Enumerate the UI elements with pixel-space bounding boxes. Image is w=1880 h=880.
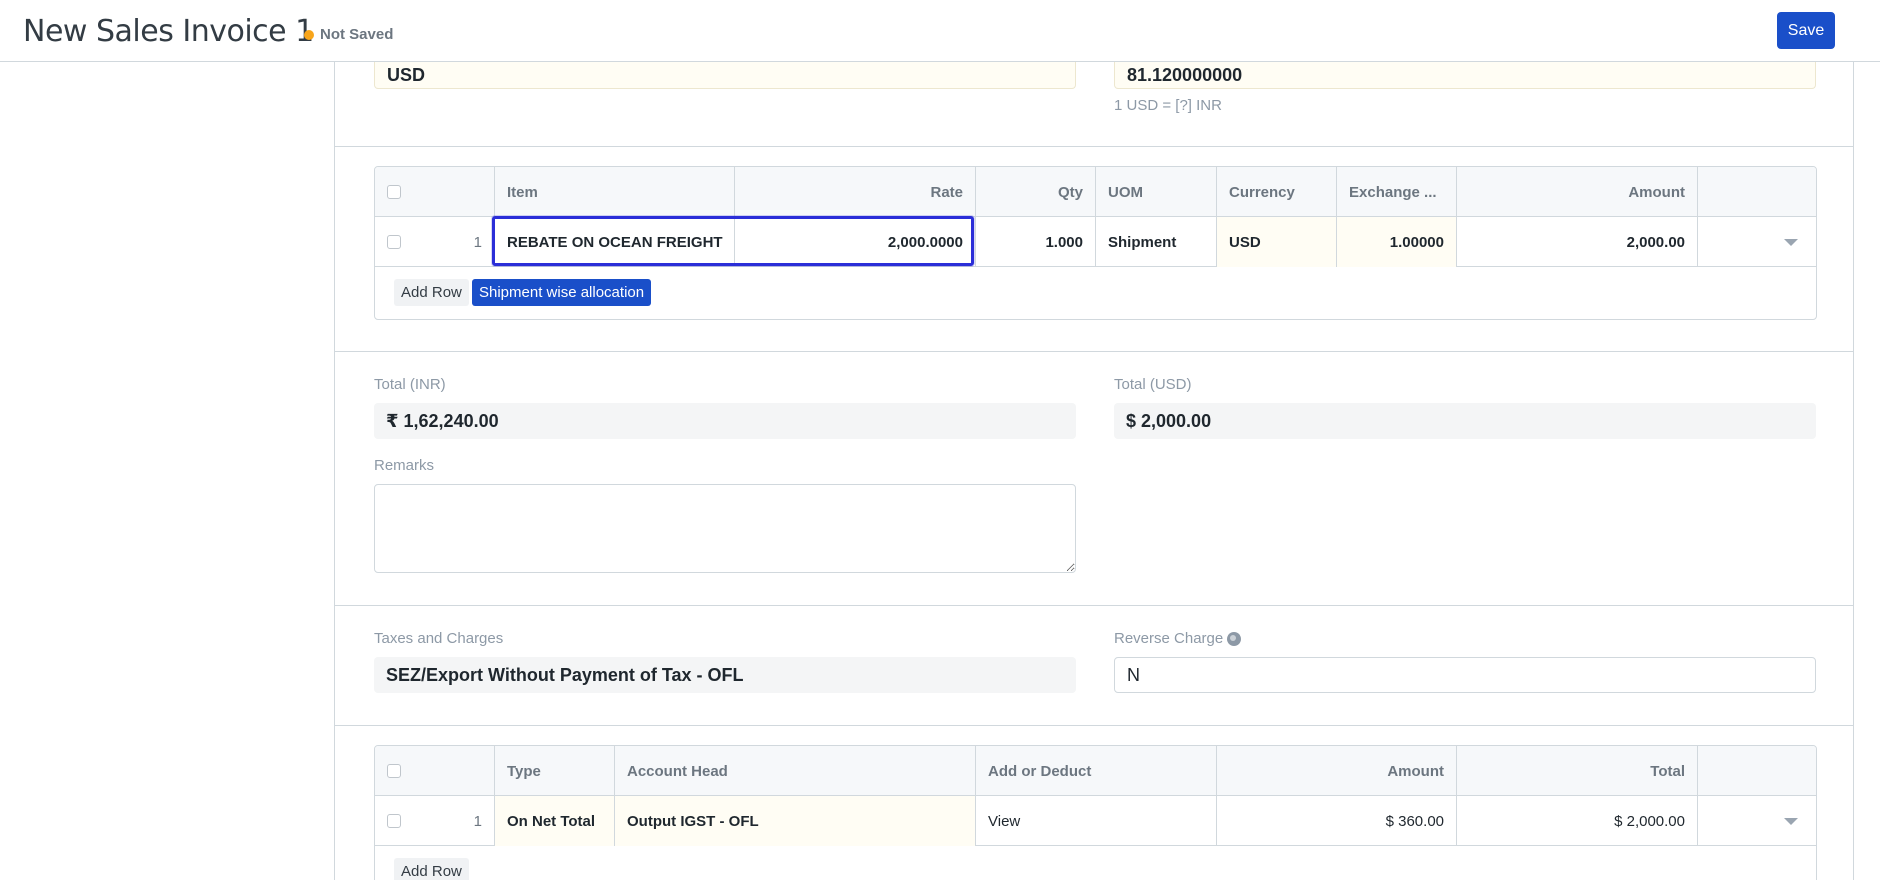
reverse-charge-label-wrap: Reverse Charge bbox=[1114, 630, 1242, 647]
amount-cell[interactable]: 2,000.00 bbox=[1457, 217, 1698, 267]
table-row[interactable]: 1 REBATE ON OCEAN FREIGHT 2,000.0000 1.0… bbox=[375, 217, 1816, 267]
add-deduct-cell[interactable]: View bbox=[976, 796, 1217, 846]
items-table-header: Item Rate Qty UOM Currency Exchange ... … bbox=[375, 167, 1816, 217]
qty-cell[interactable]: 1.000 bbox=[976, 217, 1096, 267]
tax-select-all-cell bbox=[375, 746, 495, 796]
col-qty: Qty bbox=[976, 167, 1096, 217]
col-uom: UOM bbox=[1096, 167, 1217, 217]
col-tax-total: Total bbox=[1457, 746, 1698, 796]
table-row[interactable]: 1 On Net Total Output IGST - OFL View $ … bbox=[375, 796, 1816, 846]
row-actions-cell[interactable] bbox=[1698, 217, 1816, 267]
chevron-down-icon[interactable] bbox=[1784, 817, 1798, 825]
row-select-cell: 1 bbox=[375, 217, 495, 267]
total-usd-label: Total (USD) bbox=[1114, 376, 1192, 393]
col-rate: Rate bbox=[735, 167, 976, 217]
section-divider bbox=[335, 605, 1853, 606]
exchange-cell[interactable]: 1.00000 bbox=[1337, 217, 1457, 267]
tax-row-checkbox[interactable] bbox=[387, 814, 401, 828]
save-button[interactable]: Save bbox=[1777, 12, 1835, 49]
uom-cell[interactable]: Shipment bbox=[1096, 217, 1217, 267]
tax-table-footer: Add Row bbox=[375, 846, 1816, 880]
tax-type-cell[interactable]: On Net Total bbox=[495, 796, 615, 846]
exchange-rate-help: 1 USD = [?] INR bbox=[1114, 97, 1222, 114]
col-account-head: Account Head bbox=[615, 746, 976, 796]
total-inr-label: Total (INR) bbox=[374, 376, 446, 393]
remarks-label: Remarks bbox=[374, 457, 435, 474]
chevron-down-icon[interactable] bbox=[1784, 238, 1798, 246]
exchange-rate-input[interactable]: 81.120000000 bbox=[1114, 62, 1816, 89]
form-area: USD 81.120000000 1 USD = [?] INR Item Ra… bbox=[334, 62, 1854, 880]
tax-table-header: Type Account Head Add or Deduct Amount T… bbox=[375, 746, 1816, 796]
col-exchange: Exchange ... bbox=[1337, 167, 1457, 217]
tax-total-cell[interactable]: $ 2,000.00 bbox=[1457, 796, 1698, 846]
currency-cell[interactable]: USD bbox=[1217, 217, 1337, 267]
items-table: Item Rate Qty UOM Currency Exchange ... … bbox=[374, 166, 1817, 320]
shipment-wise-allocation-button[interactable]: Shipment wise allocation bbox=[472, 279, 652, 306]
row-index: 1 bbox=[473, 233, 482, 251]
select-all-checkbox[interactable] bbox=[387, 185, 401, 199]
col-amount: Amount bbox=[1457, 167, 1698, 217]
tax-add-row-button[interactable]: Add Row bbox=[394, 858, 469, 880]
section-divider bbox=[335, 725, 1853, 726]
row-checkbox[interactable] bbox=[387, 235, 401, 249]
taxes-template-field[interactable]: SEZ/Export Without Payment of Tax - OFL bbox=[374, 657, 1076, 693]
tax-table: Type Account Head Add or Deduct Amount T… bbox=[374, 745, 1817, 880]
section-divider bbox=[335, 146, 1853, 147]
col-type: Type bbox=[495, 746, 615, 796]
page: New Sales Invoice 1 Not Saved Save USD 8… bbox=[0, 0, 1880, 880]
currency-input[interactable]: USD bbox=[374, 62, 1076, 89]
tax-row-index: 1 bbox=[473, 812, 482, 830]
col-actions bbox=[1698, 167, 1816, 217]
globe-icon bbox=[1227, 632, 1242, 647]
status-text: Not Saved bbox=[320, 26, 394, 43]
col-tax-amount: Amount bbox=[1217, 746, 1457, 796]
item-cell[interactable]: REBATE ON OCEAN FREIGHT bbox=[495, 217, 735, 267]
status-dot-icon bbox=[304, 29, 314, 40]
col-currency: Currency bbox=[1217, 167, 1337, 217]
section-divider bbox=[335, 351, 1853, 352]
account-head-cell[interactable]: Output IGST - OFL bbox=[615, 796, 976, 846]
total-usd-field: $ 2,000.00 bbox=[1114, 403, 1816, 439]
col-item: Item bbox=[495, 167, 735, 217]
reverse-charge-label: Reverse Charge bbox=[1114, 630, 1224, 647]
items-table-footer: Add Row Shipment wise allocation bbox=[375, 267, 1816, 317]
add-row-button[interactable]: Add Row bbox=[394, 279, 469, 306]
select-all-cell bbox=[375, 167, 495, 217]
status-indicator: Not Saved bbox=[304, 26, 393, 43]
tax-row-actions-cell[interactable] bbox=[1698, 796, 1816, 846]
rate-cell[interactable]: 2,000.0000 bbox=[735, 217, 976, 267]
tax-amount-cell[interactable]: $ 360.00 bbox=[1217, 796, 1457, 846]
total-inr-field: ₹ 1,62,240.00 bbox=[374, 403, 1076, 439]
remarks-textarea[interactable] bbox=[374, 484, 1076, 573]
page-header: New Sales Invoice 1 Not Saved Save bbox=[0, 0, 1880, 62]
col-add-deduct: Add or Deduct bbox=[976, 746, 1217, 796]
taxes-label: Taxes and Charges bbox=[374, 630, 504, 647]
page-title: New Sales Invoice 1 bbox=[23, 14, 314, 49]
col-tax-actions bbox=[1698, 746, 1816, 796]
tax-row-select-cell: 1 bbox=[375, 796, 495, 846]
tax-select-all-checkbox[interactable] bbox=[387, 764, 401, 778]
reverse-charge-input[interactable]: N bbox=[1114, 657, 1816, 693]
